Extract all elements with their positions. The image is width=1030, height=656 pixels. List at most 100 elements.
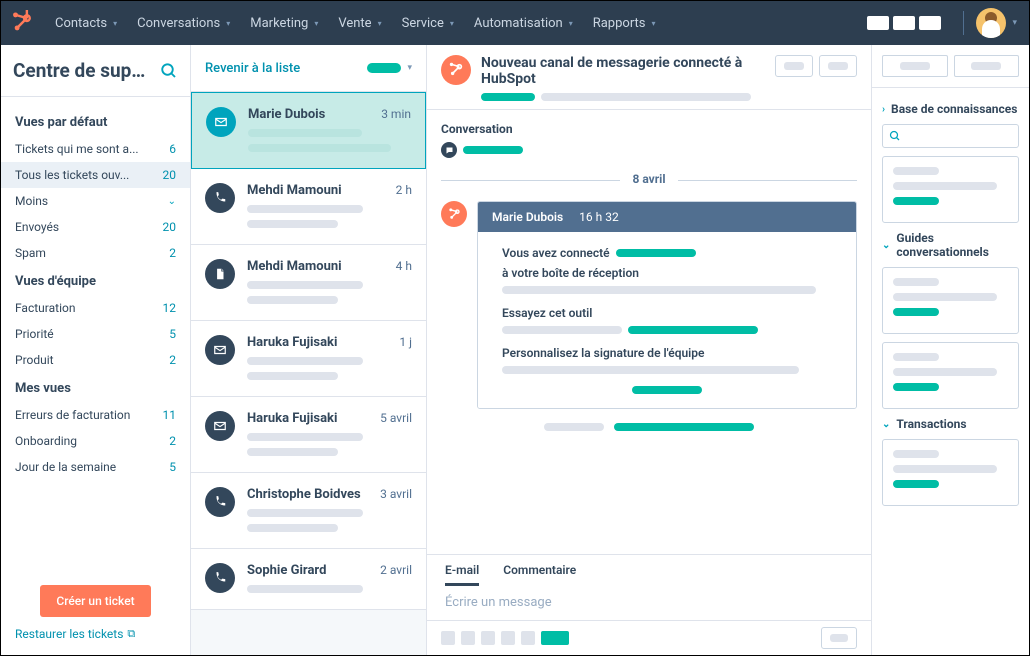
sidebar-item-collapse[interactable]: Moins⌄	[1, 188, 190, 214]
sidebar-item[interactable]: Tous les tickets ouv...20	[1, 162, 190, 188]
right-panel-tab[interactable]	[882, 55, 948, 77]
conversation-item[interactable]: Mehdi Mamouni2 h	[191, 169, 426, 245]
send-button[interactable]	[821, 627, 857, 649]
sidebar-item[interactable]: Spam2	[1, 240, 190, 266]
right-panel-tab[interactable]	[954, 55, 1020, 77]
conversation-item[interactable]: Christophe Boidves3 avril	[191, 473, 426, 549]
toolbar-button[interactable]	[461, 631, 475, 645]
sidebar-item[interactable]: Produit2	[1, 347, 190, 373]
status-filter[interactable]: ▾	[367, 63, 412, 73]
sidebar-group-title: Vues d'équipe	[1, 266, 190, 295]
tab-email[interactable]: E-mail	[445, 563, 479, 585]
toolbar-button[interactable]	[521, 631, 535, 645]
hubspot-logo[interactable]	[7, 8, 37, 38]
sidebar-group-title: Vues par défaut	[1, 107, 190, 136]
account-menu[interactable]: ▾	[976, 8, 1017, 38]
top-nav: Contacts▾ Conversations▾ Marketing▾ Vent…	[1, 1, 1029, 45]
sidebar-item[interactable]: Jour de la semaine5	[1, 454, 190, 480]
nav-pill[interactable]	[867, 16, 889, 30]
mail-icon	[205, 411, 235, 441]
thread: Conversation 8 avril Marie Dubois 16 h 3…	[427, 110, 871, 554]
sidebar-item[interactable]: Envoyés20	[1, 214, 190, 240]
nav-rapports[interactable]: Rapports▾	[585, 10, 664, 37]
search-icon[interactable]	[160, 62, 178, 80]
sidebar-item[interactable]: Facturation12	[1, 295, 190, 321]
toolbar-button[interactable]	[481, 631, 495, 645]
chevron-down-icon: ▾	[450, 19, 454, 28]
right-panel: ›Base de connaissances ⌄Guides conversat…	[872, 45, 1029, 655]
conversation-list: Revenir à la liste ▾ Marie Dubois3 min M…	[191, 45, 427, 655]
message-header: Marie Dubois 16 h 32	[478, 202, 856, 232]
right-panel-card[interactable]	[882, 439, 1019, 506]
mail-icon	[206, 107, 236, 137]
sidebar-item[interactable]: Tickets qui me sont a...6	[1, 136, 190, 162]
right-panel-card[interactable]	[882, 342, 1019, 409]
date-separator: 8 avril	[441, 172, 857, 187]
phone-icon	[205, 563, 235, 593]
section-knowledge-base[interactable]: ›Base de connaissances	[882, 102, 1019, 116]
kb-search[interactable]	[882, 124, 1019, 148]
create-ticket-button[interactable]: Créer un ticket	[40, 585, 150, 617]
conv-list-header: Revenir à la liste ▾	[191, 45, 426, 92]
sidebar-group-title: Mes vues	[1, 373, 190, 402]
nav-pill[interactable]	[893, 16, 915, 30]
nav-conversations[interactable]: Conversations▾	[129, 10, 238, 37]
toolbar-button[interactable]	[541, 631, 569, 645]
nav-contacts[interactable]: Contacts▾	[47, 10, 125, 37]
chevron-down-icon: ▾	[407, 63, 412, 73]
chevron-down-icon: ⌄	[168, 196, 176, 207]
document-icon	[205, 259, 235, 289]
back-to-list-link[interactable]: Revenir à la liste	[205, 61, 367, 76]
chevron-down-icon: ▾	[652, 19, 656, 28]
chevron-right-icon: ›	[882, 104, 885, 115]
sidebar-item[interactable]: Priorité5	[1, 321, 190, 347]
nav-vente[interactable]: Vente▾	[330, 10, 389, 37]
hubspot-avatar-icon	[441, 201, 467, 227]
avatar	[976, 8, 1006, 38]
nav-automatisation[interactable]: Automatisation▾	[466, 10, 581, 37]
hubspot-avatar-icon	[441, 55, 471, 85]
phone-icon	[205, 487, 235, 517]
toolbar-button[interactable]	[441, 631, 455, 645]
nav-service[interactable]: Service▾	[394, 10, 462, 37]
chevron-down-icon: ▾	[569, 19, 573, 28]
external-link-icon: ⧉	[127, 627, 135, 641]
mail-icon	[205, 335, 235, 365]
nav-items: Contacts▾ Conversations▾ Marketing▾ Vent…	[47, 10, 664, 37]
tab-comment[interactable]: Commentaire	[503, 563, 576, 585]
chevron-down-icon: ⌄	[882, 240, 890, 251]
phone-icon	[205, 183, 235, 213]
chat-icon	[441, 142, 457, 158]
sidebar-header: Centre de sup…	[1, 45, 190, 97]
nav-marketing[interactable]: Marketing▾	[242, 10, 326, 37]
composer-toolbar	[427, 620, 871, 655]
composer-input[interactable]: Écrire un message	[427, 585, 871, 620]
sidebar-title: Centre de sup…	[13, 59, 154, 82]
sidebar-item[interactable]: Onboarding2	[1, 428, 190, 454]
conversation-item[interactable]: Marie Dubois3 min	[191, 92, 426, 170]
conversation-item[interactable]: Haruka Fujisaki1 j	[191, 321, 426, 397]
section-guides[interactable]: ⌄Guides conversationnels	[882, 231, 1019, 259]
header-action-button[interactable]	[775, 55, 813, 77]
conversation-item[interactable]: Sophie Girard2 avril	[191, 549, 426, 610]
right-panel-card[interactable]	[882, 267, 1019, 334]
content-header: Nouveau canal de messagerie connecté à H…	[427, 45, 871, 110]
chevron-down-icon: ▾	[226, 19, 230, 28]
section-transactions[interactable]: ⌄Transactions	[882, 417, 1019, 431]
conversation-item[interactable]: Haruka Fujisaki5 avril	[191, 397, 426, 473]
chevron-down-icon: ▾	[113, 19, 117, 28]
content: Nouveau canal de messagerie connecté à H…	[427, 45, 872, 655]
header-action-button[interactable]	[819, 55, 857, 77]
toolbar-button[interactable]	[501, 631, 515, 645]
right-panel-card[interactable]	[882, 156, 1019, 223]
sidebar: Centre de sup… Vues par défaut Tickets q…	[1, 45, 191, 655]
message-card: Marie Dubois 16 h 32 Vous avez connectéà…	[477, 201, 857, 409]
composer: E-mail Commentaire Écrire un message	[427, 554, 871, 655]
restore-tickets-link[interactable]: Restaurer les tickets⧉	[15, 627, 176, 641]
conversation-item[interactable]: Mehdi Mamouni4 h	[191, 245, 426, 321]
chevron-down-icon: ▾	[1012, 18, 1017, 28]
nav-utility-buttons	[867, 16, 941, 30]
nav-pill[interactable]	[919, 16, 941, 30]
sidebar-item[interactable]: Erreurs de facturation11	[1, 402, 190, 428]
thread-title: Nouveau canal de messagerie connecté à H…	[481, 55, 765, 87]
